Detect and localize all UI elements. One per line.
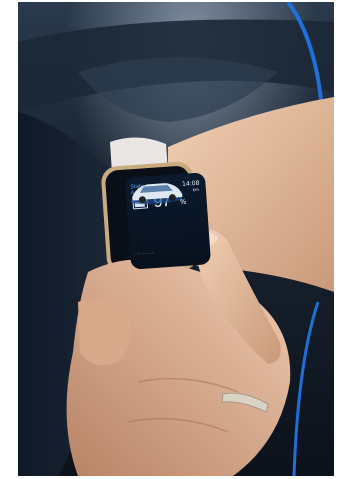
screen-footer: …………… [134,249,155,256]
car-icon [130,183,183,205]
watch-screen[interactable]: State Autonomia 14:08 km 97 % …………… [124,172,212,270]
range-label: km [192,186,200,193]
photo: State Autonomia 14:08 km 97 % …………… [18,2,334,476]
